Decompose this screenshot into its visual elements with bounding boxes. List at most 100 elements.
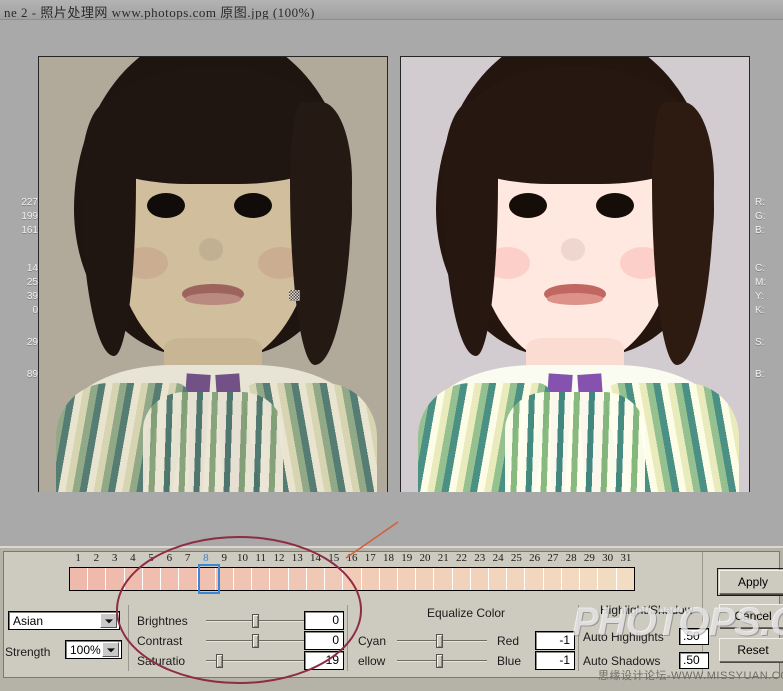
hs-label-auto-shadows: Auto Shadows <box>583 654 661 668</box>
swatch-number-29: 29 <box>583 552 595 564</box>
swatch-number-26: 26 <box>529 552 541 564</box>
adjust-slider-brightnes[interactable] <box>206 614 310 628</box>
swatch-number-13: 13 <box>291 552 303 564</box>
swatch-cell-19[interactable] <box>397 568 417 590</box>
chevron-down-icon[interactable] <box>102 642 119 657</box>
swatch-cell-27[interactable] <box>543 568 562 590</box>
equalize-slider-ellow[interactable] <box>397 654 487 668</box>
swatch-cell-24[interactable] <box>489 568 508 590</box>
swatch-cell-15[interactable] <box>325 568 344 590</box>
slider-thumb[interactable] <box>251 634 259 648</box>
swatch-number-2: 2 <box>93 552 100 564</box>
readout-label-K: K: <box>755 305 765 316</box>
swatch-number-3: 3 <box>111 552 118 564</box>
view-edit-bar: view: Original Edit: Current 如果你有时间，当然也可… <box>0 492 783 544</box>
chevron-down-icon[interactable] <box>100 613 117 628</box>
equalize-right-label-red: Red <box>497 634 520 648</box>
swatch-cell-1[interactable] <box>70 568 89 590</box>
swatch-cell-28[interactable] <box>561 568 581 590</box>
readout-value-6: 0 <box>32 305 38 316</box>
adjust-label-brightnes: Brightnes <box>137 614 188 628</box>
swatch-cell-13[interactable] <box>288 568 307 590</box>
swatch-cell-20[interactable] <box>416 568 435 590</box>
divider-2 <box>347 605 348 671</box>
swatch-cell-2[interactable] <box>88 568 107 590</box>
readout-label-M: M: <box>755 277 767 288</box>
slider-thumb[interactable] <box>436 634 443 648</box>
swatch-cell-10[interactable] <box>233 568 253 590</box>
slider-thumb[interactable] <box>215 654 223 668</box>
readout-value-3: 14 <box>26 263 38 274</box>
swatch-cell-29[interactable] <box>580 568 599 590</box>
swatch-cell-11[interactable] <box>252 568 271 590</box>
adjust-slider-saturatio[interactable] <box>206 654 310 668</box>
adjust-value-contrast[interactable]: 0 <box>304 631 344 650</box>
swatch-number-22: 22 <box>456 552 468 564</box>
swatch-cell-31[interactable] <box>616 568 634 590</box>
swatch-number-19: 19 <box>401 552 413 564</box>
adjust-slider-contrast[interactable] <box>206 634 310 648</box>
equalize-slider-cyan[interactable] <box>397 634 487 648</box>
readout-value-5: 39 <box>26 291 38 302</box>
window-titlebar: ne 2 - 照片处理网 www.photops.com 原图.jpg (100… <box>0 0 783 20</box>
swatch-cell-18[interactable] <box>379 568 398 590</box>
swatch-cell-5[interactable] <box>142 568 162 590</box>
apply-button[interactable]: Apply <box>717 568 783 596</box>
equalize-color-title: Equalize Color <box>427 606 506 620</box>
hs-label-auto-highlights: Auto Highlights <box>583 630 664 644</box>
strength-dropdown[interactable]: 100% <box>65 640 122 659</box>
swatch-number-4: 4 <box>130 552 136 564</box>
strength-value: 100% <box>70 642 101 657</box>
preview-original[interactable] <box>38 56 388 511</box>
swatch-cell-6[interactable] <box>161 568 180 590</box>
preview-workarea: 227 199 161 14 25 39 0 29 89 R: G: B: C: M: Y: K: S: B: <box>0 21 783 511</box>
equalize-value-red[interactable]: -1 <box>535 631 575 650</box>
swatch-cell-26[interactable] <box>525 568 544 590</box>
swatch-number-17: 17 <box>364 552 376 564</box>
swatch-cell-12[interactable] <box>270 568 289 590</box>
divider-3 <box>578 605 579 671</box>
readout-value-0: 227 <box>21 197 38 208</box>
hs-value-auto-highlights[interactable]: .50 <box>679 628 709 645</box>
reset-button[interactable]: Reset <box>719 638 783 662</box>
hs-value-auto-shadows[interactable]: .50 <box>679 652 709 669</box>
swatch-number-21: 21 <box>437 552 449 564</box>
swatch-cell-30[interactable] <box>598 568 617 590</box>
adjust-value-brightnes[interactable]: 0 <box>304 611 344 630</box>
slider-thumb[interactable] <box>436 654 443 668</box>
equalize-value-blue[interactable]: -1 <box>535 651 575 670</box>
swatch-cell-21[interactable] <box>434 568 453 590</box>
swatch-cell-4[interactable] <box>124 568 143 590</box>
window-title: ne 2 - 照片处理网 www.photops.com 原图.jpg (100… <box>4 5 315 20</box>
swatch-cell-17[interactable] <box>361 568 380 590</box>
swatch-cell-16[interactable] <box>343 568 362 590</box>
swatch-number-27: 27 <box>547 552 559 564</box>
preview-corrected[interactable] <box>400 56 750 511</box>
swatch-cell-7[interactable] <box>179 568 198 590</box>
swatch-cell-22[interactable] <box>452 568 471 590</box>
swatch-number-10: 10 <box>236 552 248 564</box>
swatch-cell-3[interactable] <box>106 568 125 590</box>
swatch-number-30: 30 <box>602 552 614 564</box>
readout-label-G: G: <box>755 211 766 222</box>
adjust-value-saturatio[interactable]: 19 <box>304 651 344 670</box>
readout-label-C: C: <box>755 263 765 274</box>
swatch-selection-highlight <box>197 564 221 594</box>
cancel-button[interactable]: Cancel <box>719 604 783 628</box>
skin-tone-swatch-strip[interactable] <box>69 567 635 591</box>
readout-label-Y: Y: <box>755 291 764 302</box>
equalize-right-label-blue: Blue <box>497 654 522 668</box>
readout-value-4: 25 <box>26 277 38 288</box>
skin-type-dropdown[interactable]: Asian <box>8 611 120 630</box>
swatch-number-25: 25 <box>510 552 522 564</box>
swatch-cell-14[interactable] <box>306 568 326 590</box>
slider-thumb[interactable] <box>251 614 259 628</box>
swatch-number-1: 1 <box>75 552 81 564</box>
divider-1 <box>128 605 129 671</box>
swatch-number-15: 15 <box>328 552 340 564</box>
swatch-cell-25[interactable] <box>507 568 526 590</box>
equalize-left-label-ellow: ellow <box>358 654 386 668</box>
swatch-cell-23[interactable] <box>470 568 490 590</box>
swatch-number-20: 20 <box>419 552 431 564</box>
adjust-label-saturatio: Saturatio <box>137 654 186 668</box>
